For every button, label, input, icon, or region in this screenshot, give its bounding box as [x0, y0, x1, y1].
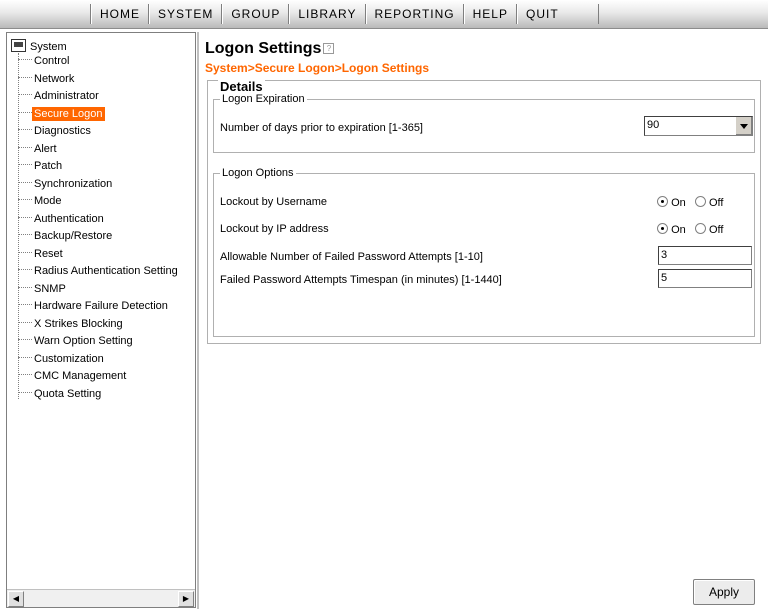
- main-menu: HOME SYSTEM GROUP LIBRARY REPORTING HELP…: [0, 4, 599, 26]
- tree-item-hardware-failure-detection[interactable]: Hardware Failure Detection: [18, 298, 170, 315]
- scroll-left-icon[interactable]: ◀: [8, 591, 24, 607]
- lockout-ip-radio-group: On Off: [657, 223, 723, 236]
- timespan-label: Failed Password Attempts Timespan (in mi…: [220, 274, 502, 286]
- days-to-expiration-label: Number of days prior to expiration [1-36…: [220, 122, 423, 134]
- lockout-ip-on-radio[interactable]: [657, 223, 668, 234]
- tree-item-customization[interactable]: Customization: [18, 351, 106, 368]
- help-icon[interactable]: ?: [323, 43, 335, 54]
- days-to-expiration-value: 90: [647, 119, 660, 131]
- panel-splitter[interactable]: [197, 32, 199, 609]
- page-title: Logon Settings?: [205, 40, 335, 58]
- menu-spacer: [0, 4, 91, 24]
- lockout-username-off-label: Off: [708, 197, 724, 209]
- lockout-username-off-radio[interactable]: [694, 196, 706, 207]
- tree-item-diagnostics[interactable]: Diagnostics: [18, 123, 93, 140]
- days-to-expiration-select[interactable]: 90: [644, 116, 753, 136]
- lockout-ip-off-radio[interactable]: [694, 223, 706, 234]
- tree-item-patch[interactable]: Patch: [18, 158, 64, 175]
- apply-button[interactable]: Apply: [693, 579, 755, 605]
- tree-item-x-strikes-blocking[interactable]: X Strikes Blocking: [18, 316, 125, 333]
- failed-attempts-label: Allowable Number of Failed Password Atte…: [220, 251, 483, 263]
- main-content: Logon Settings? System>Secure Logon>Logo…: [203, 32, 768, 609]
- menu-reporting[interactable]: REPORTING: [365, 4, 464, 24]
- timespan-input[interactable]: 5: [658, 269, 752, 288]
- logon-options-label: Logon Options: [220, 167, 296, 179]
- menu-help[interactable]: HELP: [463, 4, 517, 24]
- tree-item-warn-option-setting[interactable]: Warn Option Setting: [18, 333, 135, 350]
- breadcrumb: System>Secure Logon>Logon Settings: [205, 61, 430, 75]
- scroll-right-icon[interactable]: ▶: [178, 591, 194, 607]
- tree-item-authentication[interactable]: Authentication: [18, 211, 106, 228]
- logon-expiration-group: Logon Expiration Number of days prior to…: [213, 93, 755, 153]
- lockout-username-radio-group: On Off: [657, 196, 723, 209]
- tree-item-quota-setting[interactable]: Quota Setting: [18, 386, 103, 403]
- menu-library[interactable]: LIBRARY: [289, 4, 366, 24]
- dropdown-arrow-icon[interactable]: [735, 117, 752, 135]
- tree-item-snmp[interactable]: SNMP: [18, 281, 68, 298]
- lockout-username-on-radio[interactable]: [657, 196, 668, 207]
- navigation-tree-panel: System Control Network Administrator Sec…: [6, 32, 196, 608]
- tree-item-radius-authentication[interactable]: Radius Authentication Setting: [18, 263, 180, 280]
- horizontal-scrollbar[interactable]: ◀ ▶: [7, 589, 195, 607]
- menu-quit[interactable]: QUIT: [516, 4, 599, 24]
- lockout-username-on-label: On: [671, 197, 686, 209]
- lockout-ip-label: Lockout by IP address: [220, 223, 329, 235]
- tree-root-label: System: [30, 41, 67, 53]
- tree-item-synchronization[interactable]: Synchronization: [18, 176, 114, 193]
- tree-item-alert[interactable]: Alert: [18, 141, 59, 158]
- tree-item-secure-logon[interactable]: Secure Logon: [18, 106, 105, 123]
- tree-item-backup-restore[interactable]: Backup/Restore: [18, 228, 114, 245]
- computer-icon: [11, 39, 26, 52]
- lockout-username-label: Lockout by Username: [220, 196, 327, 208]
- tree-item-administrator[interactable]: Administrator: [18, 88, 101, 105]
- logon-options-group: Logon Options Lockout by Username On Off…: [213, 167, 755, 337]
- menu-home[interactable]: HOME: [91, 4, 149, 24]
- details-panel: Details Logon Expiration Number of days …: [207, 79, 761, 344]
- tree-item-mode[interactable]: Mode: [18, 193, 64, 210]
- lockout-ip-off-label: Off: [708, 224, 724, 236]
- tree-item-cmc-management[interactable]: CMC Management: [18, 368, 128, 385]
- menu-system[interactable]: SYSTEM: [149, 4, 223, 24]
- tree-root-system[interactable]: System: [11, 39, 67, 53]
- menu-group[interactable]: GROUP: [222, 4, 290, 24]
- lockout-ip-on-label: On: [671, 224, 686, 236]
- logon-expiration-label: Logon Expiration: [220, 93, 307, 105]
- tree-item-reset[interactable]: Reset: [18, 246, 65, 263]
- top-menu-bar: HOME SYSTEM GROUP LIBRARY REPORTING HELP…: [0, 0, 768, 29]
- failed-attempts-input[interactable]: 3: [658, 246, 752, 265]
- details-label: Details: [218, 79, 265, 94]
- tree-item-control[interactable]: Control: [18, 53, 71, 70]
- tree-item-network[interactable]: Network: [18, 71, 76, 88]
